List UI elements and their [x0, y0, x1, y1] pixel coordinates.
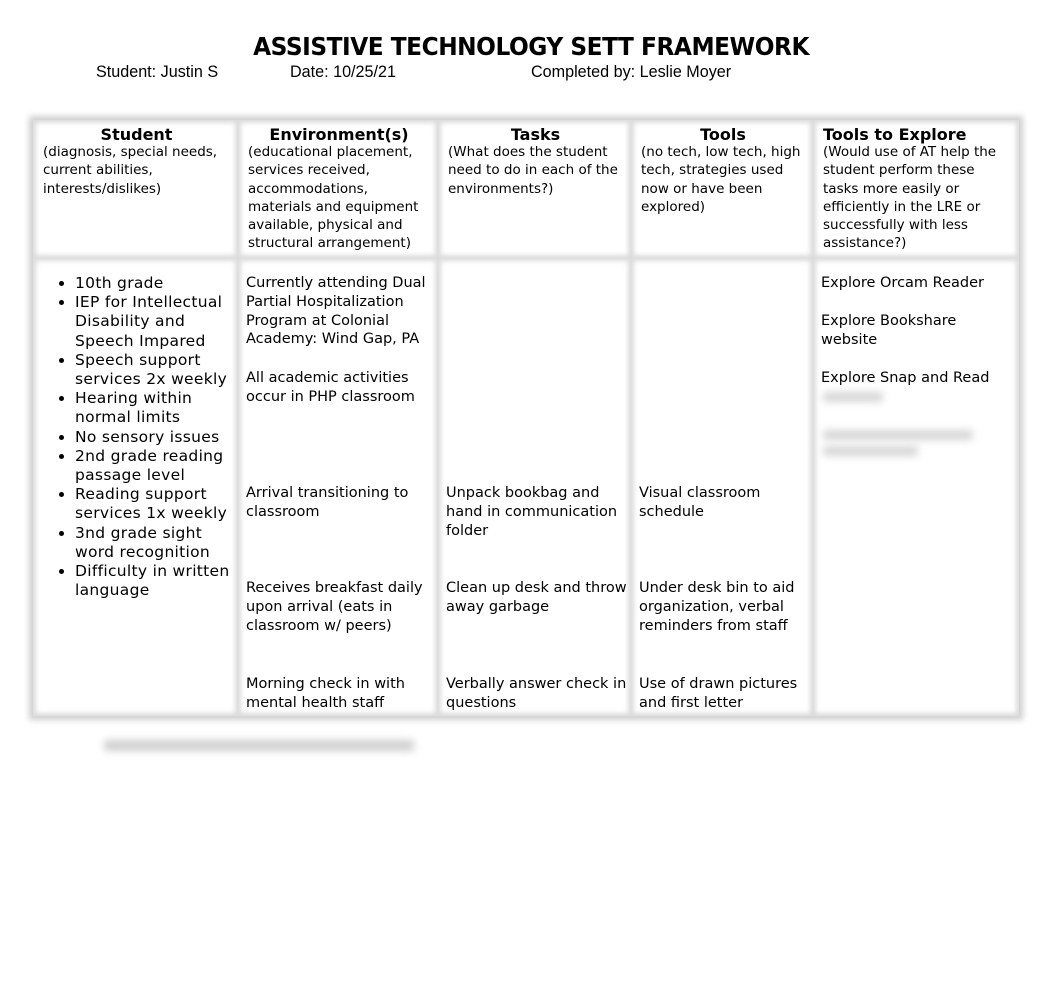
tasks-cell: Unpack bookbag and hand in communication… [438, 258, 631, 716]
list-item: Hearing within normal limits [75, 389, 230, 427]
task-entry: Unpack bookbag and hand in communication… [446, 485, 618, 539]
header-title: Environment(s) [269, 125, 409, 144]
header-subtitle: (no tech, low tech, high tech, strategie… [641, 144, 801, 215]
header-student: Student (diagnosis, special needs, curre… [33, 120, 238, 258]
environment-entry: Receives breakfast daily upon arrival (e… [246, 580, 423, 634]
environment-entry: Arrival transitioning to classroom [246, 485, 409, 520]
redacted-text [823, 392, 883, 402]
header-tasks: Tasks (What does the student need to do … [438, 120, 631, 258]
list-item: 3nd grade sight word recognition [75, 524, 230, 562]
header-title: Tasks [510, 125, 561, 144]
list-item: Speech support services 2x weekly [75, 351, 230, 389]
student-name: Student: Justin S [96, 62, 219, 81]
tools-to-explore-cell: Explore Orcam Reader Explore Bookshare w… [813, 258, 1019, 716]
header-environments: Environment(s) (educational placement, s… [238, 120, 438, 258]
header-tools: Tools (no tech, low tech, high tech, str… [631, 120, 813, 258]
task-entry: Verbally answer check in questions [446, 676, 627, 711]
header-subtitle: (What does the student need to do in eac… [448, 144, 618, 197]
header-subtitle: (diagnosis, special needs, current abili… [43, 144, 218, 197]
header-title: Student [100, 125, 173, 144]
redacted-text [823, 430, 973, 440]
tool-entry: Under desk bin to aid organization, verb… [639, 580, 795, 634]
explore-entry: Explore Snap and Read [821, 370, 990, 386]
tool-entry: Visual classroom schedule [639, 485, 761, 520]
list-item: 10th grade [75, 274, 230, 293]
explore-entry: Explore Bookshare website [821, 313, 957, 348]
document-title: ASSISTIVE TECHNOLOGY SETT FRAMEWORK [253, 32, 810, 61]
header-subtitle: (Would use of AT help the student perfor… [823, 144, 997, 252]
student-bullet-list: 10th grade IEP for Intellectual Disabili… [33, 274, 230, 600]
completed-by: Completed by: Leslie Moyer [531, 62, 732, 81]
explore-entry: Explore Orcam Reader [821, 275, 984, 291]
header-tools-to-explore: Tools to Explore (Would use of AT help t… [813, 120, 1019, 258]
header-subtitle: (educational placement, services receive… [248, 144, 419, 252]
environment-cell: Currently attending Dual Partial Hospita… [238, 258, 438, 716]
environment-entry: Morning check in with mental health staf… [246, 676, 405, 711]
task-entry: Clean up desk and throw away garbage [446, 580, 627, 615]
list-item: Difficulty in written language [75, 562, 230, 600]
tool-entry: Use of drawn pictures and first letter [639, 676, 798, 711]
environment-entry: All academic activities occur in PHP cla… [246, 370, 415, 405]
sett-table: Student (diagnosis, special needs, curre… [33, 120, 1019, 716]
header-title: Tools [700, 125, 746, 144]
student-cell: 10th grade IEP for Intellectual Disabili… [33, 258, 238, 716]
list-item: IEP for Intellectual Disability and Spee… [75, 293, 230, 351]
list-item: 2nd grade reading passage level [75, 447, 230, 485]
environment-entry: Currently attending Dual Partial Hospita… [246, 275, 426, 348]
redacted-text [823, 446, 918, 456]
list-item: No sensory issues [75, 428, 230, 447]
tools-cell: Visual classroom schedule Under desk bin… [631, 258, 813, 716]
redacted-footer [104, 740, 414, 751]
header-title: Tools to Explore [823, 125, 967, 144]
list-item: Reading support services 1x weekly [75, 485, 230, 523]
date: Date: 10/25/21 [290, 62, 396, 81]
